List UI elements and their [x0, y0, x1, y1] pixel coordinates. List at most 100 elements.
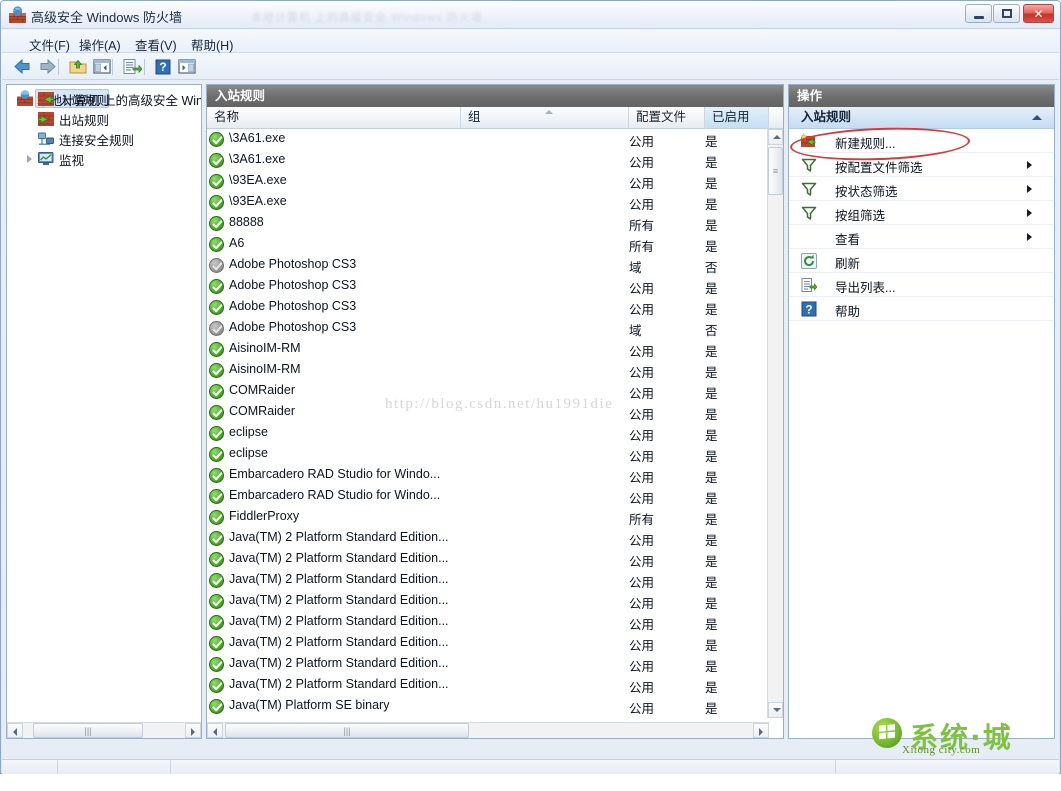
table-row[interactable]: Embarcadero RAD Studio for Windo... 公用 是	[207, 486, 769, 507]
tree-item-connection-security-rules[interactable]: 连接安全规则	[7, 129, 201, 148]
table-row[interactable]: Java(TM) 2 Platform Standard Edition... 公…	[207, 549, 769, 570]
table-row[interactable]: AisinoIM-RM 公用 是	[207, 339, 769, 360]
table-row[interactable]: eclipse 公用 是	[207, 444, 769, 465]
cell-rule-enabled: 是	[705, 366, 718, 380]
cell-rule-name: \93EA.exe	[229, 194, 287, 208]
column-header-group[interactable]: 组	[461, 107, 629, 128]
table-row[interactable]: Java(TM) 2 Platform Standard Edition... 公…	[207, 675, 769, 696]
menu-action[interactable]: 操作(A)	[74, 34, 126, 55]
show-action-pane-icon[interactable]	[177, 57, 197, 76]
action-item-2[interactable]: 按配置文件筛选	[789, 153, 1054, 177]
table-row[interactable]: Adobe Photoshop CS3 域 否	[207, 255, 769, 276]
monitoring-icon	[38, 151, 54, 167]
column-header-label: 组	[468, 110, 481, 124]
action-item-5[interactable]: 查看	[789, 225, 1054, 249]
list-vscroll-down-button[interactable]	[768, 702, 783, 718]
tree-hscroll-left-button[interactable]	[7, 723, 23, 738]
table-row[interactable]: eclipse 公用 是	[207, 423, 769, 444]
table-row[interactable]: Adobe Photoshop CS3 公用 是	[207, 276, 769, 297]
table-row[interactable]: COMRaider 公用 是	[207, 381, 769, 402]
action-item-1[interactable]: 新建规则...	[789, 129, 1054, 153]
column-header-name[interactable]: 名称	[207, 107, 461, 128]
table-row[interactable]: Java(TM) 2 Platform Standard Edition... 公…	[207, 591, 769, 612]
export-list-icon	[801, 277, 818, 293]
table-row[interactable]: \3A61.exe 公用 是	[207, 150, 769, 171]
rule-enabled-icon	[209, 237, 224, 252]
minimize-button[interactable]	[965, 4, 992, 23]
table-row[interactable]: \93EA.exe 公用 是	[207, 171, 769, 192]
tree-hscrollbar[interactable]: |||	[7, 722, 201, 738]
list-hscroll-thumb[interactable]: |||	[225, 723, 469, 738]
action-item-3[interactable]: 按状态筛选	[789, 177, 1054, 201]
cell-rule-profile: 所有	[629, 513, 655, 527]
action-item-8[interactable]: ? 帮助	[789, 297, 1054, 321]
maximize-restore-button[interactable]	[993, 4, 1020, 23]
up-folder-icon[interactable]	[68, 57, 88, 76]
table-row[interactable]: FiddlerProxy 所有 是	[207, 507, 769, 528]
cell-rule-enabled: 是	[705, 618, 718, 632]
table-row[interactable]: Java(TM) 2 Platform Standard Edition... 公…	[207, 633, 769, 654]
menu-file[interactable]: 文件(F)	[24, 34, 75, 55]
table-row[interactable]: \93EA.exe 公用 是	[207, 192, 769, 213]
forward-arrow-icon[interactable]	[38, 57, 58, 76]
list-hscroll-right-button[interactable]	[753, 723, 769, 738]
table-row[interactable]: Java(TM) 2 Platform Standard Edition... 公…	[207, 612, 769, 633]
tree-hscroll-right-button[interactable]	[185, 723, 201, 738]
sort-ascending-icon	[544, 110, 553, 114]
list-hscrollbar[interactable]: |||	[207, 722, 769, 738]
submenu-arrow-icon[interactable]	[1027, 233, 1032, 241]
column-header-profile[interactable]: 配置文件	[629, 107, 705, 128]
table-row[interactable]: Java(TM) Platform SE binary公用是	[207, 717, 769, 718]
table-row[interactable]: Java(TM) 2 Platform Standard Edition... 公…	[207, 528, 769, 549]
chevron-right-icon[interactable]	[27, 155, 32, 163]
table-row[interactable]: Java(TM) 2 Platform Standard Edition... 公…	[207, 570, 769, 591]
list-vscroll-thumb[interactable]: ≡	[768, 147, 783, 195]
firewall-brick-icon	[9, 6, 26, 23]
back-arrow-icon[interactable]	[12, 57, 32, 76]
table-row[interactable]: A6 所有 是	[207, 234, 769, 255]
tree-item-outbound-rules[interactable]: 出站规则	[7, 109, 201, 128]
help-icon[interactable]: ?	[153, 57, 173, 76]
action-item-6[interactable]: 刷新	[789, 249, 1054, 273]
submenu-arrow-icon[interactable]	[1027, 161, 1032, 169]
cell-rule-enabled: 否	[705, 324, 718, 338]
list-vscrollbar[interactable]: ≡	[767, 129, 783, 718]
submenu-arrow-icon[interactable]	[1027, 209, 1032, 217]
minimize-icon	[974, 16, 984, 19]
action-item-4[interactable]: 按组筛选	[789, 201, 1054, 225]
export-list-icon[interactable]	[122, 57, 143, 76]
table-row[interactable]: Adobe Photoshop CS3 域 否	[207, 318, 769, 339]
show-hide-tree-icon[interactable]	[92, 57, 112, 76]
cell-rule-name: Java(TM) 2 Platform Standard Edition...	[229, 614, 449, 628]
list-vscroll-up-button[interactable]	[768, 129, 783, 145]
table-row[interactable]: Java(TM) 2 Platform Standard Edition... 公…	[207, 654, 769, 675]
tree-item-inbound-rules[interactable]: 入站规则	[7, 89, 201, 108]
menu-view[interactable]: 查看(V)	[130, 34, 182, 55]
table-row[interactable]: \3A61.exe 公用 是	[207, 129, 769, 150]
inbound-rules-icon	[38, 91, 54, 107]
rule-enabled-icon	[209, 153, 224, 168]
table-row[interactable]: AisinoIM-RM 公用 是	[207, 360, 769, 381]
cell-rule-enabled: 是	[705, 135, 718, 149]
table-row[interactable]: 88888 所有 是	[207, 213, 769, 234]
chevron-up-icon[interactable]	[1032, 115, 1042, 120]
cell-rule-name: Java(TM) 2 Platform Standard Edition...	[229, 530, 449, 544]
rule-enabled-icon	[209, 510, 224, 525]
action-item-7[interactable]: 导出列表...	[789, 273, 1054, 297]
table-row[interactable]: Adobe Photoshop CS3 公用 是	[207, 297, 769, 318]
column-header-enabled[interactable]: 已启用	[705, 107, 769, 128]
rules-list-body[interactable]: \3A61.exe 公用是 \3A61.exe 公用是 \93EA.exe 公用是 \93E…	[207, 129, 769, 718]
cell-rule-name: Adobe Photoshop CS3	[229, 320, 357, 334]
list-hscroll-left-button[interactable]	[207, 723, 223, 738]
submenu-arrow-icon[interactable]	[1027, 185, 1032, 193]
tree-hscroll-thumb[interactable]: |||	[33, 723, 143, 738]
menu-help[interactable]: 帮助(H)	[186, 34, 238, 55]
table-row[interactable]: Java(TM) Platform SE binary公用是	[207, 696, 769, 717]
table-row[interactable]: Embarcadero RAD Studio for Windo... 公用 是	[207, 465, 769, 486]
new-rule-icon	[799, 132, 817, 149]
cell-rule-name: \93EA.exe	[229, 173, 287, 187]
table-row[interactable]: COMRaider 公用 是	[207, 402, 769, 423]
actions-group-header[interactable]: 入站规则	[789, 107, 1054, 129]
tree-item-monitoring[interactable]: 监视	[7, 149, 201, 168]
close-button[interactable]: ✕	[1023, 4, 1054, 23]
